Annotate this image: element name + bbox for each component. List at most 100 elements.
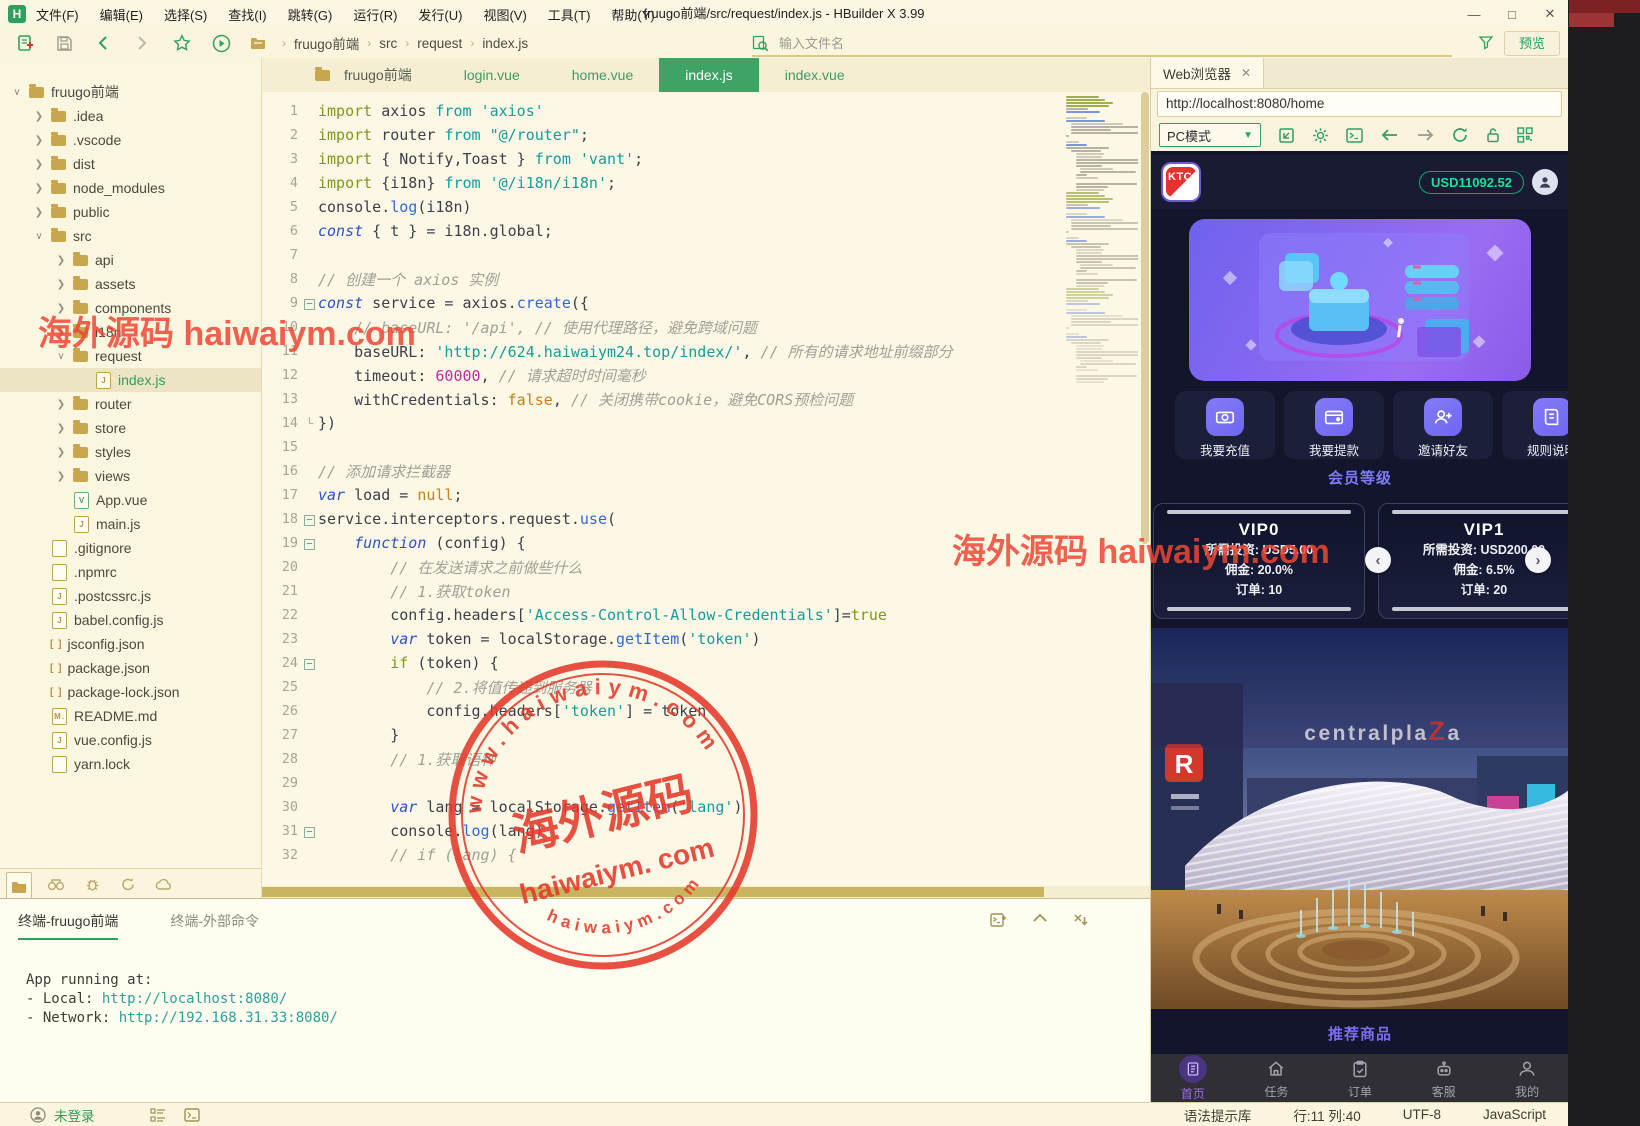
tree-row-fruugo前端[interactable]: ∨fruugo前端 — [0, 80, 261, 104]
chevron-down-icon[interactable]: ∨ — [32, 231, 46, 242]
nav-item-我的[interactable]: 我的 — [1485, 1054, 1568, 1102]
tree-row-.npmrc[interactable]: .npmrc — [0, 560, 261, 584]
tree-row-index.js[interactable]: Jindex.js — [0, 368, 261, 392]
tree-row-jsconfig.json[interactable]: [ ]jsconfig.json — [0, 632, 261, 656]
menu-选择(S)[interactable]: 选择(S) — [164, 5, 207, 24]
tree-row-yarn.lock[interactable]: yarn.lock — [0, 752, 261, 776]
editor-tab-login.vue[interactable]: login.vue — [438, 58, 546, 92]
code-area[interactable]: 1import axios from 'axios'2import router… — [262, 92, 1060, 886]
browser-tab[interactable]: Web浏览器 ✕ — [1151, 58, 1264, 88]
chevron-right-icon[interactable]: ❯ — [32, 207, 46, 218]
debug-bug-icon[interactable] — [80, 872, 104, 896]
tree-row-i18n[interactable]: ❯i18n — [0, 320, 261, 344]
fold-collapse-icon[interactable]: − — [304, 299, 315, 310]
editor-vertical-scrollbar[interactable] — [1141, 92, 1149, 544]
status-item[interactable]: 语法提示库 — [1184, 1105, 1252, 1125]
settings-gear-icon[interactable] — [1312, 127, 1329, 144]
action-邀请好友[interactable]: 邀请好友 — [1393, 391, 1493, 459]
breadcrumb-item-request[interactable]: request — [417, 36, 462, 51]
cloud-icon[interactable] — [152, 872, 176, 896]
action-我要提款[interactable]: 我要提款 — [1284, 391, 1384, 459]
tree-row-views[interactable]: ❯views — [0, 464, 261, 488]
search-binoculars-icon[interactable] — [44, 872, 68, 896]
tree-row-README.md[interactable]: M↓README.md — [0, 704, 261, 728]
open-external-icon[interactable] — [1278, 127, 1295, 144]
chevron-down-icon[interactable]: ∨ — [10, 87, 24, 98]
new-file-button[interactable] — [14, 32, 36, 54]
tree-row-.gitignore[interactable]: .gitignore — [0, 536, 261, 560]
terminal-tab-终端-fruugo前端[interactable]: 终端-fruugo前端 — [18, 911, 118, 940]
chevron-right-icon[interactable]: ❯ — [32, 159, 46, 170]
chevron-right-icon[interactable]: ❯ — [54, 447, 68, 458]
minimap[interactable] — [1066, 96, 1138, 476]
console-icon[interactable] — [1346, 128, 1363, 143]
editor-tab-home.vue[interactable]: home.vue — [546, 58, 659, 92]
nav-item-任务[interactable]: 任务 — [1235, 1054, 1319, 1102]
qrcode-icon[interactable] — [1517, 127, 1533, 143]
navigate-back-button[interactable] — [92, 32, 114, 54]
status-item[interactable]: JavaScript — [1483, 1107, 1546, 1122]
tree-row-.idea[interactable]: ❯.idea — [0, 104, 261, 128]
tree-row-assets[interactable]: ❯assets — [0, 272, 261, 296]
tree-row-dist[interactable]: ❯dist — [0, 152, 261, 176]
chevron-right-icon[interactable]: ❯ — [32, 183, 46, 194]
forward-arrow-icon[interactable] — [1416, 128, 1435, 142]
minimize-button[interactable]: — — [1466, 7, 1482, 22]
chevron-right-icon[interactable]: ❯ — [54, 423, 68, 434]
maximize-button[interactable]: □ — [1504, 7, 1520, 22]
chevron-right-icon[interactable]: ❯ — [54, 327, 68, 338]
collapse-panel-icon[interactable] — [1033, 913, 1047, 928]
chevron-right-icon[interactable]: ❯ — [32, 111, 46, 122]
breadcrumb-item-src[interactable]: src — [379, 36, 397, 51]
editor-tab-index.js[interactable]: index.js — [659, 58, 758, 92]
fold-gutter[interactable]: − — [301, 510, 318, 528]
avatar-icon[interactable] — [1532, 169, 1558, 195]
breadcrumb-item-index.js[interactable]: index.js — [482, 36, 528, 51]
breadcrumb-item-fruugo前端[interactable]: fruugo前端 — [294, 33, 359, 53]
tree-row-public[interactable]: ❯public — [0, 200, 261, 224]
status-item[interactable]: 行:11 列:40 — [1293, 1105, 1360, 1125]
tree-row-package-lock.json[interactable]: [ ]package-lock.json — [0, 680, 261, 704]
fold-gutter[interactable]: − — [301, 654, 318, 672]
menu-工具(T)[interactable]: 工具(T) — [548, 5, 591, 24]
login-status[interactable]: 未登录 — [30, 1103, 95, 1126]
chevron-right-icon[interactable]: ❯ — [54, 255, 68, 266]
terminal-link[interactable]: http://localhost:8080/ — [102, 991, 287, 1007]
search-input[interactable] — [777, 35, 1452, 52]
navigate-forward-button[interactable] — [131, 32, 153, 54]
new-terminal-icon[interactable] — [990, 913, 1007, 928]
editor-tab-fruugo前端[interactable]: fruugo前端 — [284, 58, 438, 92]
chevron-right-icon[interactable]: ❯ — [54, 303, 68, 314]
fold-collapse-icon[interactable]: − — [304, 827, 315, 838]
tree-row-components[interactable]: ❯components — [0, 296, 261, 320]
menu-视图(V)[interactable]: 视图(V) — [483, 5, 526, 24]
tree-row-babel.config.js[interactable]: Jbabel.config.js — [0, 608, 261, 632]
tree-row-.postcssrc.js[interactable]: J.postcssrc.js — [0, 584, 261, 608]
refresh-icon[interactable] — [1452, 127, 1469, 143]
carousel-next-button[interactable]: › — [1525, 547, 1551, 573]
outline-list-icon[interactable] — [150, 1108, 166, 1122]
close-tab-icon[interactable]: ✕ — [1241, 66, 1251, 80]
status-item[interactable]: UTF-8 — [1403, 1107, 1441, 1122]
fold-collapse-icon[interactable]: − — [304, 515, 315, 526]
tree-row-styles[interactable]: ❯styles — [0, 440, 261, 464]
tree-row-App.vue[interactable]: VApp.vue — [0, 488, 261, 512]
chevron-down-icon[interactable]: ∨ — [54, 351, 68, 362]
menu-发行(U)[interactable]: 发行(U) — [418, 5, 462, 24]
fold-gutter[interactable]: − — [301, 294, 318, 312]
back-arrow-icon[interactable] — [1380, 128, 1399, 142]
device-mode-select[interactable]: PC模式▼ — [1159, 123, 1261, 147]
chevron-right-icon[interactable]: ❯ — [54, 399, 68, 410]
nav-item-客服[interactable]: 客服 — [1402, 1054, 1486, 1102]
sync-refresh-icon[interactable] — [116, 872, 140, 896]
tree-row-package.json[interactable]: [ ]package.json — [0, 656, 261, 680]
menu-文件(F)[interactable]: 文件(F) — [36, 5, 79, 24]
chevron-right-icon[interactable]: ❯ — [32, 135, 46, 146]
tree-row-src[interactable]: ∨src — [0, 224, 261, 248]
menu-编辑(E)[interactable]: 编辑(E) — [100, 5, 143, 24]
promo-banner[interactable] — [1189, 219, 1531, 381]
close-panel-icon[interactable] — [1073, 913, 1088, 928]
tree-row-api[interactable]: ❯api — [0, 248, 261, 272]
action-规则说明[interactable]: 规则说明 — [1502, 391, 1568, 459]
terminal-link[interactable]: http://192.168.31.33:8080/ — [119, 1010, 338, 1026]
